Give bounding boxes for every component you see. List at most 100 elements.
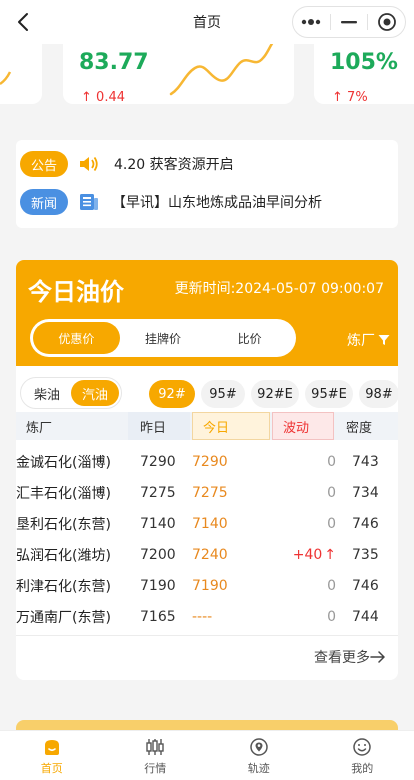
- yesterday-price: 7165: [140, 608, 176, 625]
- tab-profile[interactable]: 我的: [311, 731, 414, 780]
- yesterday-price: 7190: [140, 577, 176, 594]
- grade-95[interactable]: 95#: [201, 380, 245, 408]
- tab-home[interactable]: 首页: [0, 731, 104, 780]
- column-today: 今日: [192, 412, 270, 440]
- yesterday-price: 7140: [140, 515, 176, 532]
- filter-icon: [378, 335, 390, 345]
- tab-label: 首页: [40, 761, 63, 775]
- column-density: 密度: [346, 420, 373, 436]
- arrow-up-icon: ↑: [81, 90, 92, 104]
- grade-98[interactable]: 98#: [359, 380, 398, 408]
- price-change: 0: [327, 577, 336, 594]
- table-divider: [16, 635, 398, 636]
- density: 746: [352, 577, 379, 594]
- tab-label: 轨迹: [247, 761, 270, 775]
- smile-icon: [351, 736, 373, 758]
- table-row[interactable]: 利津石化(东营) 7190 7190 0 746: [16, 570, 398, 601]
- price-change: 0: [327, 608, 336, 625]
- announcement-tag: 公告: [20, 151, 68, 177]
- index-card-left[interactable]: [0, 44, 42, 104]
- mini-program-capsule: [292, 6, 406, 38]
- index-card-right[interactable]: 105% ↑ 7%: [314, 44, 414, 104]
- index-card-main[interactable]: 83.77 ↑ 0.44: [63, 44, 294, 104]
- grade-92[interactable]: 92#: [149, 380, 195, 408]
- yesterday-price: 7275: [140, 484, 176, 501]
- column-yesterday: 昨日: [128, 412, 190, 440]
- index-change: ↑ 0.44: [81, 90, 125, 104]
- today-price: ----: [192, 608, 213, 625]
- tab-discount-price[interactable]: 优惠价: [33, 322, 120, 354]
- tab-list-price[interactable]: 挂牌价: [120, 322, 207, 354]
- refinery-name: 汇丰石化(淄博): [16, 485, 111, 502]
- view-more-label: 查看更多: [314, 650, 370, 666]
- oil-price-header: 今日油价 更新时间:2024-05-07 09:00:07 优惠价 挂牌价 比价…: [16, 260, 398, 366]
- yesterday-price: 7290: [140, 453, 176, 470]
- today-price: 7290: [192, 453, 228, 470]
- today-price: 7140: [192, 515, 228, 532]
- refinery-filter-button[interactable]: 炼厂: [347, 330, 390, 350]
- tab-track[interactable]: 轨迹: [207, 731, 311, 780]
- refinery-filter-label: 炼厂: [347, 333, 375, 349]
- column-change: 波动: [272, 412, 334, 440]
- today-price: 7275: [192, 484, 228, 501]
- grade-95e[interactable]: 95#E: [305, 380, 353, 408]
- trend-line-icon: [0, 71, 12, 86]
- page-title: 首页: [193, 15, 221, 31]
- table-row[interactable]: 汇丰石化(淄博) 7275 7275 0 734: [16, 477, 398, 508]
- table-row[interactable]: 弘润石化(潍坊) 7200 7240 +40 ↑ 735: [16, 539, 398, 570]
- index-value: 105%: [330, 50, 398, 75]
- density: 743: [352, 453, 379, 470]
- refinery-name: 万通南厂(东营): [16, 609, 111, 626]
- home-icon: [41, 736, 63, 758]
- trend-line-icon: [169, 44, 274, 96]
- table-row[interactable]: 金诚石化(淄博) 7290 7290 0 743: [16, 446, 398, 477]
- notice-item-announcement[interactable]: 公告 4.20 获客资源开启: [20, 150, 234, 178]
- refinery-name: 垦利石化(东营): [16, 516, 111, 533]
- notice-text: 【早讯】山东地炼成品油早间分析: [112, 195, 322, 211]
- view-more-link[interactable]: 查看更多: [314, 647, 386, 667]
- price-table-header: 炼厂 昨日 今日 波动 密度: [16, 412, 398, 440]
- candlestick-icon: [144, 736, 166, 758]
- fuel-type-toggle: 柴油 汽油: [20, 377, 122, 409]
- fuel-diesel[interactable]: 柴油: [23, 380, 71, 406]
- oil-price-card: 今日油价 更新时间:2024-05-07 09:00:07 优惠价 挂牌价 比价…: [16, 260, 398, 680]
- table-row[interactable]: 垦利石化(东营) 7140 7140 0 746: [16, 508, 398, 539]
- refinery-name: 弘润石化(潍坊): [16, 547, 111, 564]
- tab-market[interactable]: 行情: [104, 731, 208, 780]
- price-type-tabs: 优惠价 挂牌价 比价: [30, 319, 296, 357]
- density: 744: [352, 608, 379, 625]
- yesterday-price: 7200: [140, 546, 176, 563]
- refinery-name: 利津石化(东营): [16, 578, 111, 595]
- bottom-tab-bar: 首页 行情 轨迹 我的: [0, 730, 414, 780]
- today-price: 7240: [192, 546, 228, 563]
- index-change: ↑ 7%: [332, 90, 368, 104]
- location-icon: [248, 736, 270, 758]
- price-change: 0: [327, 453, 336, 470]
- nav-bar: 首页: [0, 0, 414, 44]
- table-row[interactable]: 万通南厂(东营) 7165 ---- 0 744: [16, 601, 398, 632]
- close-target-icon[interactable]: [368, 7, 405, 37]
- arrow-right-icon: [370, 651, 385, 663]
- density: 735: [352, 546, 379, 563]
- fuel-gasoline[interactable]: 汽油: [71, 380, 119, 406]
- price-change: 0: [327, 484, 336, 501]
- tab-label: 行情: [144, 761, 167, 775]
- density: 734: [352, 484, 379, 501]
- tab-price-compare[interactable]: 比价: [206, 322, 293, 354]
- back-icon[interactable]: [12, 10, 36, 34]
- news-tag: 新闻: [20, 189, 68, 215]
- index-cards: 83.77 ↑ 0.44 105% ↑ 7%: [0, 44, 414, 104]
- grade-92e[interactable]: 92#E: [251, 380, 299, 408]
- column-refinery: 炼厂: [26, 420, 53, 436]
- arrow-up-icon: ↑: [324, 546, 336, 563]
- density: 746: [352, 515, 379, 532]
- update-time: 更新时间:2024-05-07 09:00:07: [174, 281, 384, 297]
- notice-item-news[interactable]: 新闻 【早讯】山东地炼成品油早间分析: [20, 188, 322, 216]
- more-menu-icon[interactable]: [293, 7, 330, 37]
- price-change: 0: [327, 515, 336, 532]
- today-price: 7190: [192, 577, 228, 594]
- notice-card: 公告 4.20 获客资源开启 新闻 【早讯】山东地炼成品油早间分析: [16, 140, 398, 228]
- oil-price-title: 今日油价: [28, 278, 124, 306]
- minimize-icon[interactable]: [331, 7, 368, 37]
- newspaper-icon: [78, 191, 100, 213]
